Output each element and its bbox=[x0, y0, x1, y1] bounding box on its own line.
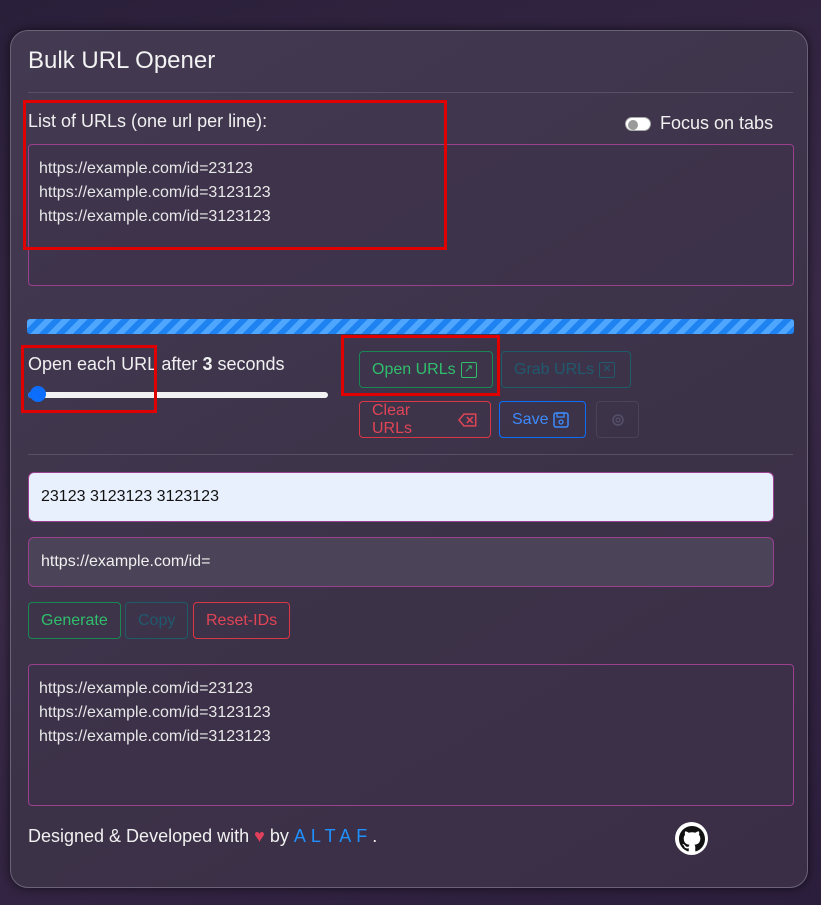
copy-label: Copy bbox=[138, 611, 176, 629]
close-box-icon: ✕ bbox=[599, 361, 616, 378]
toggle-knob bbox=[628, 119, 638, 130]
generate-label: Generate bbox=[41, 611, 108, 629]
delay-prefix: Open each URL after bbox=[28, 354, 203, 374]
page-title: Bulk URL Opener bbox=[28, 47, 216, 74]
github-logo bbox=[678, 825, 705, 851]
copy-button[interactable]: Copy bbox=[125, 602, 189, 639]
progress-bar bbox=[27, 319, 794, 334]
gear-icon bbox=[611, 413, 624, 426]
settings-button[interactable] bbox=[596, 401, 639, 438]
generate-button[interactable]: Generate bbox=[28, 602, 121, 639]
footer-by: by bbox=[269, 826, 289, 846]
generated-urls-textarea[interactable]: https://example.com/id=23123 https://exa… bbox=[28, 664, 794, 806]
save-button[interactable]: Save bbox=[499, 401, 586, 438]
backspace-icon bbox=[458, 412, 477, 427]
grab-urls-label: Grab URLs bbox=[514, 360, 595, 378]
reset-ids-button[interactable]: Reset-IDs bbox=[193, 602, 291, 639]
ids-input[interactable]: 23123 3123123 3123123 bbox=[28, 472, 774, 522]
external-link-icon: ↗ bbox=[460, 361, 477, 378]
focus-tabs-toggle[interactable] bbox=[625, 116, 651, 131]
floppy-disk-icon bbox=[553, 411, 570, 428]
focus-tabs-toggle-group[interactable]: Focus on tabs bbox=[625, 113, 773, 134]
delay-slider-thumb[interactable] bbox=[30, 386, 46, 402]
focus-tabs-label: Focus on tabs bbox=[660, 113, 774, 133]
save-label: Save bbox=[512, 410, 549, 428]
grab-urls-button[interactable]: Grab URLs ✕ bbox=[501, 351, 631, 388]
footer-period: . bbox=[372, 826, 378, 846]
heart-icon: ♥ bbox=[254, 826, 265, 846]
divider bbox=[28, 92, 793, 93]
clear-urls-label: Clear URLs bbox=[372, 401, 413, 437]
delay-label: Open each URL after 3 seconds bbox=[28, 354, 285, 375]
footer-credits: Designed & Developed with ♥ by ALTAF. bbox=[28, 826, 377, 847]
delay-slider-track[interactable] bbox=[28, 392, 328, 398]
open-urls-button[interactable]: Open URLs ↗ bbox=[359, 351, 493, 388]
app-panel: Bulk URL Opener List of URLs (one url pe… bbox=[10, 30, 808, 888]
divider bbox=[28, 454, 793, 455]
delay-value: 3 bbox=[202, 354, 213, 374]
author-link[interactable]: ALTAF bbox=[294, 826, 372, 846]
url-list-label: List of URLs (one url per line): bbox=[28, 111, 268, 131]
reset-ids-label: Reset-IDs bbox=[206, 611, 278, 629]
base-url-input[interactable]: https://example.com/id= bbox=[28, 537, 774, 587]
clear-urls-button[interactable]: Clear URLs bbox=[359, 401, 491, 438]
open-urls-label: Open URLs bbox=[372, 360, 456, 378]
footer-text: Designed & Developed with bbox=[28, 826, 250, 846]
github-icon[interactable] bbox=[675, 822, 708, 855]
delay-suffix: seconds bbox=[212, 354, 285, 374]
url-list-textarea[interactable]: https://example.com/id=23123 https://exa… bbox=[28, 144, 794, 286]
